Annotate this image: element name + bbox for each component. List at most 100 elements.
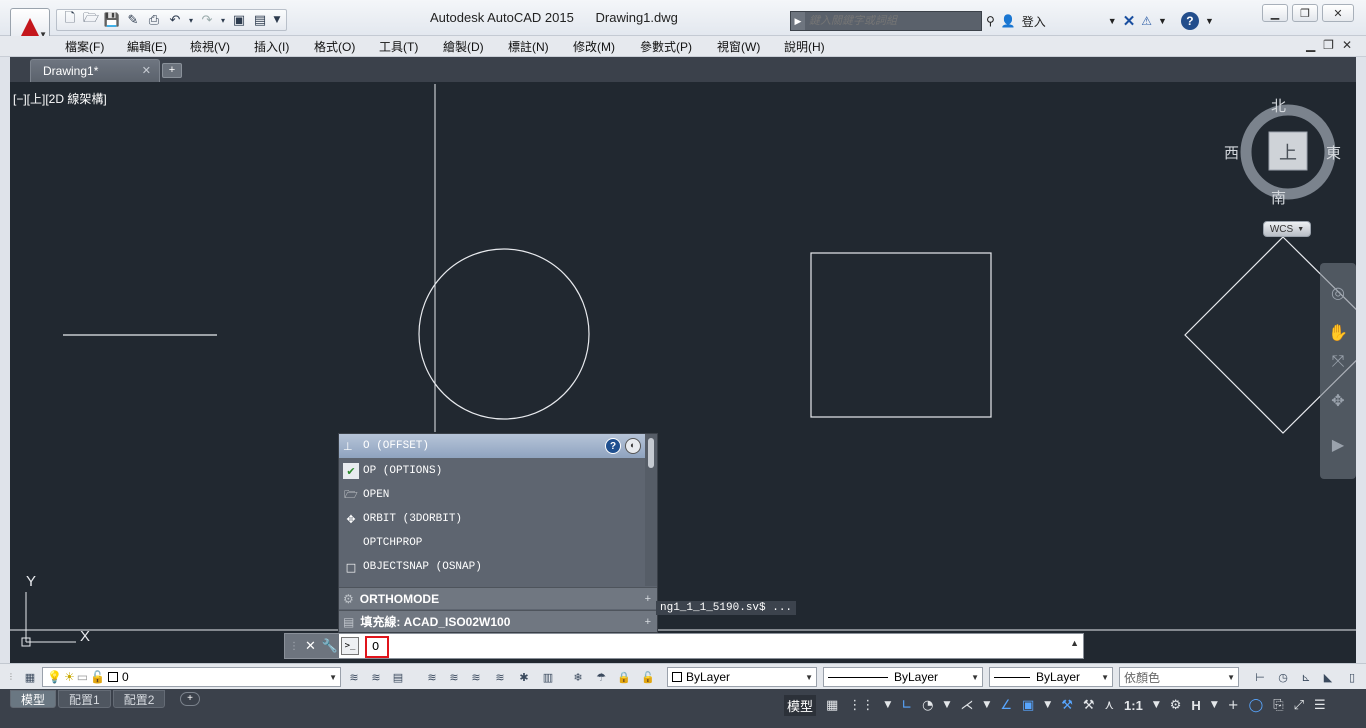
new-file-icon[interactable]: 🗋 — [61, 11, 79, 29]
annomonitor-value[interactable]: H — [1191, 698, 1200, 713]
layer-freeze-icon[interactable]: ≋ — [492, 669, 508, 685]
menu-item-modify[interactable]: 修改(M) — [573, 38, 615, 55]
tab-layout1[interactable]: 配置1 — [58, 690, 111, 708]
menu-item-window[interactable]: 視窗(W) — [717, 38, 760, 55]
viewcube-south[interactable]: 南 — [1271, 187, 1286, 208]
add-layout-button[interactable]: + — [180, 692, 200, 706]
layer-combo[interactable]: 💡 ☀ ▭ 🔓 0 ▼ — [42, 667, 341, 687]
search-expand-icon[interactable]: ▶ — [791, 12, 805, 30]
showmotion-icon[interactable]: ▶ — [1328, 435, 1348, 455]
autocomplete-item[interactable]: ✔ OP (OPTIONS) — [339, 459, 645, 483]
menu-item-format[interactable]: 格式(O) — [314, 38, 355, 55]
trash-icon[interactable]: ▯ — [1344, 669, 1360, 685]
clean-screen-icon[interactable]: ⤢ — [1294, 698, 1304, 713]
color-combo[interactable]: ByLayer ▼ — [667, 667, 817, 687]
object-snap-tracking-icon[interactable]: ∠ — [1000, 698, 1012, 713]
layer-on-all-icon[interactable]: ☂ — [593, 669, 609, 685]
tab-close-icon[interactable]: ✕ — [142, 64, 151, 77]
scale-dropdown-icon[interactable]: ▼ — [1153, 700, 1160, 710]
redo-icon[interactable]: ↷ — [198, 11, 216, 29]
binoculars-icon[interactable]: ⚲ — [986, 14, 995, 28]
hardware-acceleration-icon[interactable]: ⎘ — [1273, 698, 1283, 713]
autocomplete-section-sysvar[interactable]: ⚙ ORTHOMODE + — [339, 587, 657, 609]
plot-icon[interactable]: ▤ — [251, 11, 269, 29]
print-icon[interactable]: ⎙ — [145, 11, 163, 29]
tab-drawing1[interactable]: Drawing1* ✕ — [30, 59, 160, 82]
menu-item-file[interactable]: 檔案(F) — [65, 38, 104, 55]
autocomplete-item[interactable]: □ OBJECTSNAP (OSNAP) — [339, 555, 645, 579]
freeze-viewport-icon[interactable]: ❄ — [570, 669, 586, 685]
save-as-icon[interactable]: ✎ — [124, 11, 142, 29]
annomonitor-dropdown-icon[interactable]: ▼ — [1211, 700, 1218, 710]
close-icon[interactable]: ✕ — [305, 639, 316, 654]
command-input[interactable]: O — [365, 636, 389, 658]
exchange-apps-icon[interactable]: ✕ — [1123, 12, 1136, 30]
command-prompt-icon[interactable]: >_ — [341, 637, 359, 655]
layer-off-icon[interactable]: ≋ — [468, 669, 484, 685]
annotation-visibility-icon[interactable]: ⚒ — [1061, 698, 1073, 713]
tab-model[interactable]: 模型 — [10, 690, 57, 708]
menu-item-tools[interactable]: 工具(T) — [379, 38, 418, 55]
a360-dropdown-icon[interactable]: ▼ — [1158, 16, 1167, 26]
menu-item-draw[interactable]: 繪製(D) — [443, 38, 484, 55]
minimize-button[interactable]: ▁ — [1262, 4, 1288, 22]
web-search-icon[interactable]: ◐ — [625, 438, 641, 454]
polar-dropdown-icon[interactable]: ▼ — [943, 700, 950, 710]
menu-item-edit[interactable]: 編輯(E) — [127, 38, 167, 55]
isodraft-icon[interactable]: ⋌ — [960, 698, 973, 713]
layer-states-icon[interactable]: ▤ — [390, 669, 406, 685]
viewcube-west[interactable]: 西 — [1224, 142, 1239, 163]
plotstyle-combo[interactable]: 依顏色 ▼ — [1119, 667, 1239, 687]
drawing-canvas[interactable]: [−][上][2D 線架構] 北 南 西 東 上 WCS ▼ ◎ ✋ ⤧ ✥ ▶ … — [10, 82, 1356, 663]
tab-layout2[interactable]: 配置2 — [112, 690, 166, 708]
sign-in-dropdown-icon[interactable]: ▼ — [1108, 16, 1117, 26]
layer-unisolate-icon[interactable]: ≋ — [446, 669, 462, 685]
save-icon[interactable]: 💾 — [103, 11, 121, 29]
restore-button[interactable]: ❐ — [1292, 4, 1318, 22]
isolate-objects-icon[interactable]: ◯ — [1249, 698, 1264, 713]
viewport-controls-label[interactable]: [−][上][2D 線架構] — [13, 90, 107, 107]
doc-minimize-icon[interactable]: ▁ — [1306, 38, 1315, 52]
annotation-scale-value[interactable]: 1:1 — [1124, 698, 1143, 713]
plus-icon[interactable]: + — [1228, 698, 1239, 713]
toolbar-grip-icon[interactable]: ⋮ — [3, 668, 19, 684]
workspace-gear-icon[interactable]: ⚙ — [1170, 698, 1182, 713]
undo-icon[interactable]: ↶ — [166, 11, 184, 29]
area-icon[interactable]: ◣ — [1320, 669, 1336, 685]
menu-item-view[interactable]: 檢視(V) — [190, 38, 230, 55]
model-space-toggle[interactable]: 模型 — [784, 694, 817, 716]
annotation-scale-icon[interactable]: ⋏ — [1105, 698, 1115, 713]
help-dropdown-icon[interactable]: ▼ — [1205, 16, 1214, 26]
menu-item-insert[interactable]: 插入(I) — [254, 38, 289, 55]
scrollbar-thumb[interactable] — [648, 438, 654, 468]
clock-icon[interactable]: ◷ — [1275, 669, 1291, 685]
doc-restore-icon[interactable]: ❐ — [1323, 38, 1334, 52]
linetype-combo[interactable]: ByLayer ▼ — [823, 667, 983, 687]
object-snap-icon[interactable]: ▣ — [1022, 698, 1034, 713]
help-icon[interactable]: ? — [1180, 12, 1199, 30]
ruler-icon[interactable]: ⊾ — [1298, 669, 1314, 685]
help-icon[interactable]: ? — [605, 438, 621, 454]
open-file-icon[interactable]: 🗁 — [82, 11, 100, 29]
grip-handle-icon[interactable]: ⋮ — [289, 641, 299, 652]
isodraft-dropdown-icon[interactable]: ▼ — [983, 700, 990, 710]
osnap-dropdown-icon[interactable]: ▼ — [1044, 700, 1051, 710]
make-current-icon[interactable]: ≋ — [346, 669, 362, 685]
layer-previous-icon[interactable]: ≋ — [368, 669, 384, 685]
menu-item-parametric[interactable]: 參數式(P) — [640, 38, 692, 55]
auto-scale-icon[interactable]: ⚒ — [1083, 698, 1095, 713]
close-button[interactable]: ✕ — [1322, 4, 1354, 22]
autocomplete-item[interactable]: ✥ ORBIT (3DORBIT) — [339, 507, 645, 531]
grid-icon[interactable]: ▦ — [826, 698, 838, 713]
menu-item-help[interactable]: 說明(H) — [784, 38, 825, 55]
match-properties-icon[interactable]: ▣ — [230, 11, 248, 29]
layer-unlock-all-icon[interactable]: 🔓 — [640, 669, 656, 685]
ortho-icon[interactable]: ∟ — [901, 698, 912, 713]
wcs-menu-button[interactable]: WCS ▼ — [1263, 221, 1311, 237]
layer-lock-icon[interactable]: 🔒 — [616, 669, 632, 685]
autocomplete-section-hatch[interactable]: ▤ 填充線: ACAD_ISO02W100 + — [339, 610, 657, 632]
a360-icon[interactable]: ⚠ — [1141, 14, 1152, 28]
command-line-grip[interactable]: ⋮ ✕ 🔧 — [285, 634, 339, 658]
viewcube-east[interactable]: 東 — [1326, 142, 1341, 163]
expand-icon[interactable]: + — [645, 593, 651, 605]
